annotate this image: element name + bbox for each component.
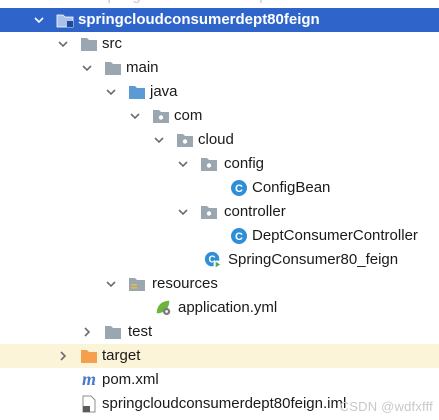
chevron-right-icon[interactable] [56,349,70,363]
chevron-down-icon[interactable] [128,109,142,123]
tree-item-label: springcloudconsumerdept80 [100,0,288,8]
module-file-icon [80,395,98,413]
tree-item-label: DeptConsumerController [252,227,418,244]
tree-item-partial-module[interactable]: springcloudconsumerdept80 [0,0,439,7]
tree-item-label: controller [224,203,286,220]
chevron-down-icon[interactable] [152,133,166,147]
package-icon [200,155,218,173]
tree-item-config[interactable]: config [0,152,439,176]
source-folder-icon [128,83,146,101]
chevron-down-icon[interactable] [104,85,118,99]
tree-item-configbean[interactable]: C ConfigBean [0,176,439,200]
maven-icon: m [80,371,98,389]
tree-item-main[interactable]: main [0,56,439,80]
spring-boot-class-icon: C [204,251,222,269]
tree-item-cloud[interactable]: cloud [0,128,439,152]
svg-text:C: C [235,183,243,195]
tree-item-label: springcloudconsumerdept80feign [78,11,320,28]
tree-item-springconsumer80-feign[interactable]: C SpringConsumer80_feign [0,248,439,272]
chevron-down-icon[interactable] [176,157,190,171]
folder-icon [80,35,98,53]
tree-item-target[interactable]: target [0,344,439,368]
tree-item-application-yml[interactable]: application.yml [0,296,439,320]
tree-item-label: springcloudconsumerdept80feign.iml [102,395,347,412]
tree-item-label: config [224,155,265,172]
resources-folder-icon [128,275,146,293]
excluded-folder-icon [80,347,98,365]
tree-item-java[interactable]: java [0,80,439,104]
watermark-text: CSDN @wdfxfff [339,399,433,414]
chevron-right-icon[interactable] [80,325,94,339]
tree-item-label: SpringConsumer80_feign [228,251,399,268]
tree-item-label: ConfigBean [252,179,331,196]
folder-icon [104,323,122,341]
tree-item-src[interactable]: src [0,32,439,56]
tree-item-label: test [128,323,153,340]
tree-item-label: com [174,107,203,124]
tree-item-com[interactable]: com [0,104,439,128]
chevron-down-icon[interactable] [32,13,46,27]
tree-item-deptconsumercontroller[interactable]: C DeptConsumerController [0,224,439,248]
tree-item-label: application.yml [178,299,278,316]
tree-item-controller[interactable]: controller [0,200,439,224]
tree-item-label: target [102,347,141,364]
folder-icon [104,59,122,77]
chevron-down-icon[interactable] [104,277,118,291]
chevron-down-icon[interactable] [80,61,94,75]
class-icon: C [230,227,248,245]
tree-item-module-root[interactable]: springcloudconsumerdept80feign [0,8,439,32]
module-folder-icon [56,11,74,29]
spring-leaf-icon [154,298,172,316]
svg-text:m: m [82,371,96,389]
tree-item-label: cloud [198,131,234,148]
tree-item-test[interactable]: test [0,320,439,344]
tree-item-label: resources [152,275,218,292]
chevron-down-icon[interactable] [56,37,70,51]
class-icon: C [230,179,248,197]
package-icon [176,131,194,149]
project-tree: springcloudconsumerdept80 springcloudcon… [0,0,439,420]
package-icon [152,107,170,125]
chevron-down-icon[interactable] [176,205,190,219]
tree-item-resources[interactable]: resources [0,272,439,296]
tree-item-label: pom.xml [102,371,159,388]
tree-item-label: main [126,59,159,76]
package-icon [200,203,218,221]
tree-item-pom-xml[interactable]: m pom.xml [0,368,439,392]
tree-item-label: java [150,83,178,100]
svg-text:C: C [235,231,243,243]
tree-item-label: src [102,35,122,52]
